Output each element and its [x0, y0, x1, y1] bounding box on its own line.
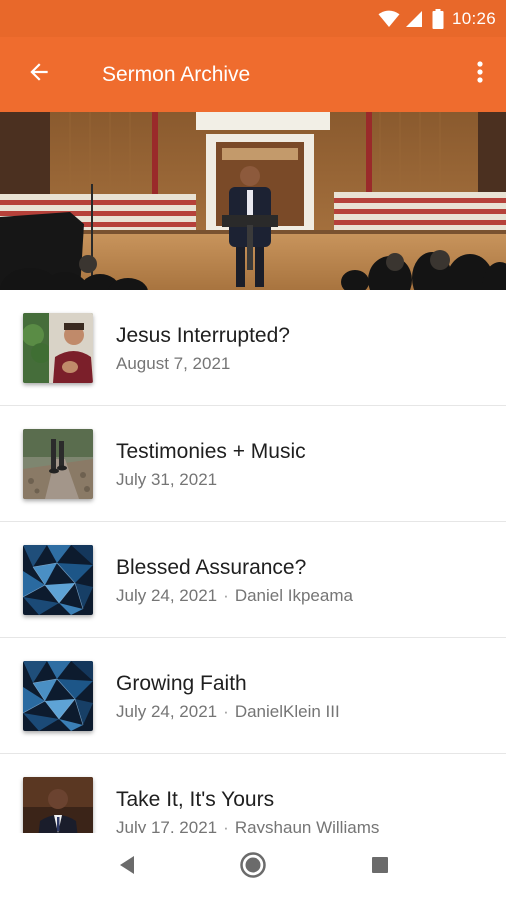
list-item[interactable]: Jesus Interrupted? August 7, 2021 [0, 290, 506, 406]
sermon-thumbnail [23, 777, 93, 833]
list-item[interactable]: Blessed Assurance? July 24, 2021 · Daniel … [0, 522, 506, 638]
blue-polygon-art [23, 661, 93, 731]
list-item[interactable]: Growing Faith July 24, 2021 · DanielKlein … [0, 638, 506, 754]
sermon-thumbnail [23, 313, 93, 383]
more-vert-icon [476, 59, 484, 90]
sermon-text: Take It, It's Yours July 17, 2021 · Raysha… [116, 787, 494, 833]
list-item[interactable]: Take It, It's Yours July 17, 2021 · Raysha… [0, 754, 506, 833]
sermon-title: Testimonies + Music [116, 440, 306, 463]
nav-back-button[interactable] [107, 847, 147, 887]
sermon-title: Take It, It's Yours [116, 788, 275, 811]
sermon-text: Jesus Interrupted? August 7, 2021 [116, 323, 494, 375]
status-bar: 10:26 [0, 0, 506, 37]
status-time: 10:26 [451, 8, 496, 28]
sermon-title: Jesus Interrupted? [116, 324, 290, 347]
back-arrow-icon [26, 59, 52, 90]
page-title: Sermon Archive [102, 63, 251, 86]
wifi-icon [378, 10, 400, 28]
sermon-thumbnail [23, 661, 93, 731]
meta-separator: · [223, 586, 229, 605]
speaker-photo [23, 313, 93, 383]
sermon-title: Blessed Assurance? [116, 556, 307, 579]
app-bar: Sermon Archive [0, 37, 506, 112]
sermon-meta: August 7, 2021 [116, 353, 494, 375]
overflow-menu-button[interactable] [464, 49, 496, 99]
sermon-speaker: Rayshaun Williams [234, 818, 380, 833]
sermon-date: July 31, 2021 [116, 470, 218, 489]
sermon-list: Jesus Interrupted? August 7, 2021 Testim… [0, 290, 506, 833]
speaker-suit-photo [23, 777, 93, 833]
sermon-thumbnail [23, 545, 93, 615]
sermon-speaker: DanielKlein III [234, 702, 340, 721]
nav-home-button[interactable] [233, 847, 273, 887]
battery-icon [432, 8, 444, 29]
sermon-date: July 17, 2021 [116, 818, 218, 833]
sermon-date: July 24, 2021 [116, 702, 218, 721]
status-icons: 10:26 [378, 0, 496, 37]
sermon-meta: July 24, 2021 · DanielKlein III [116, 701, 494, 723]
path-photo [23, 429, 93, 499]
nav-recents-button[interactable] [360, 847, 400, 887]
sermon-meta: July 24, 2021 · Daniel Ikpeama [116, 585, 494, 607]
sermon-thumbnail [23, 429, 93, 499]
sermon-text: Testimonies + Music July 31, 2021 [116, 439, 494, 491]
church-stage-speaker-photo [0, 112, 506, 290]
meta-separator: · [223, 818, 229, 833]
back-button[interactable] [14, 49, 64, 99]
sermon-title: Growing Faith [116, 672, 247, 695]
sermon-date: August 7, 2021 [116, 354, 231, 373]
navigation-bar [0, 833, 506, 900]
sermon-meta: July 17, 2021 · Rayshaun Williams [116, 817, 494, 833]
back-triangle-icon [118, 855, 136, 880]
sermon-meta: July 31, 2021 [116, 469, 494, 491]
home-circle-icon [239, 851, 267, 884]
sermon-date: July 24, 2021 [116, 586, 218, 605]
hero-image [0, 112, 506, 290]
sermon-text: Blessed Assurance? July 24, 2021 · Daniel … [116, 555, 494, 607]
sermon-speaker: Daniel Ikpeama [234, 586, 353, 605]
signal-icon [405, 10, 423, 28]
sermon-text: Growing Faith July 24, 2021 · DanielKlein … [116, 671, 494, 723]
blue-polygon-art [23, 545, 93, 615]
recents-square-icon [371, 856, 389, 879]
list-item[interactable]: Testimonies + Music July 31, 2021 [0, 406, 506, 522]
meta-separator: · [223, 702, 229, 721]
